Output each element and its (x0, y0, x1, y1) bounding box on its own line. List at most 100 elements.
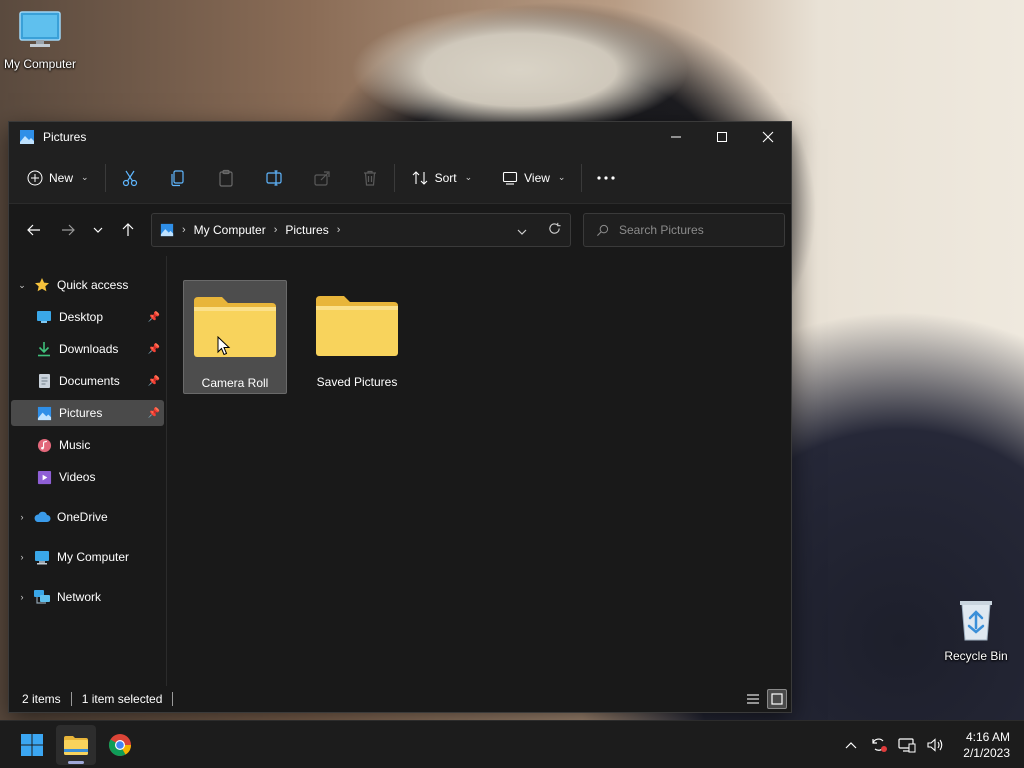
pictures-app-icon (20, 130, 34, 144)
chrome-icon (109, 733, 131, 756)
window-title: Pictures (43, 130, 87, 144)
file-view[interactable]: Camera Roll Saved Pictures (167, 256, 791, 686)
rename-button[interactable] (258, 162, 290, 194)
network-status-button[interactable] (897, 735, 917, 755)
close-button[interactable] (745, 122, 791, 152)
desktop-my-computer[interactable]: My Computer (0, 10, 80, 71)
share-icon (313, 170, 330, 186)
volume-button[interactable] (925, 735, 945, 755)
copy-button[interactable] (162, 162, 194, 194)
sidebar-item-my-computer[interactable]: › My Computer (11, 544, 164, 570)
pin-icon[interactable]: 📌 (148, 344, 160, 355)
pin-icon[interactable]: 📌 (148, 408, 160, 419)
delete-button[interactable] (354, 162, 386, 194)
sidebar-item-label: Music (59, 438, 91, 452)
address-bar[interactable]: › My Computer › Pictures › (151, 213, 571, 247)
sidebar-item-onedrive[interactable]: › OneDrive (11, 504, 164, 530)
paste-button[interactable] (210, 162, 242, 194)
sidebar-item-label: Quick access (57, 278, 129, 292)
sidebar-item-quick-access[interactable]: ⌄ Quick access (11, 272, 164, 298)
large-icons-view-icon (771, 693, 783, 705)
desktop-recycle-bin-label: Recycle Bin (944, 649, 1008, 663)
search-icon (596, 224, 609, 236)
taskbar-chrome[interactable] (100, 725, 140, 765)
more-options-button[interactable] (590, 162, 622, 194)
recycle-bin-icon (960, 601, 992, 641)
more-icon (597, 175, 616, 180)
chevron-right-icon[interactable]: › (11, 512, 33, 522)
rename-icon (265, 169, 282, 186)
folder-tile-camera-roll[interactable]: Camera Roll (183, 280, 287, 394)
breadcrumb-pictures[interactable]: Pictures (285, 223, 328, 237)
sidebar-item-documents[interactable]: Documents 📌 (11, 368, 164, 394)
sidebar-item-pictures[interactable]: Pictures 📌 (11, 400, 164, 426)
cut-button[interactable] (114, 162, 146, 194)
up-button[interactable] (113, 215, 143, 245)
view-icon (503, 171, 518, 185)
network-icon (33, 588, 51, 606)
folder-name: Camera Roll (201, 376, 269, 390)
desktop-recycle-bin[interactable]: Recycle Bin (936, 598, 1016, 663)
chevron-down-icon: ⌄ (557, 172, 566, 182)
title-bar[interactable]: Pictures (9, 122, 791, 152)
sidebar-item-downloads[interactable]: Downloads 📌 (11, 336, 164, 362)
view-button[interactable]: View ⌄ (494, 162, 573, 194)
arrow-right-icon (62, 224, 75, 236)
clock[interactable]: 4:16 AM 2/1/2023 (963, 729, 1010, 761)
search-input[interactable] (619, 223, 769, 237)
details-view-icon (747, 694, 759, 704)
chevron-right-icon[interactable]: › (337, 224, 341, 236)
explorer-window: Pictures New ⌄ Sort ⌄ View ⌄ › My Comput… (8, 121, 792, 713)
sync-status-button[interactable] (869, 735, 889, 755)
pictures-icon (35, 404, 53, 422)
navigation-pane: ⌄ Quick access Desktop 📌 Downloads 📌 Doc… (9, 256, 167, 686)
search-box[interactable] (583, 213, 785, 247)
pin-icon[interactable]: 📌 (148, 376, 160, 387)
toolbar-divider (104, 163, 106, 192)
large-icons-view-button[interactable] (767, 689, 787, 709)
pin-icon[interactable]: 📌 (148, 312, 160, 323)
delete-icon (363, 170, 376, 186)
refresh-button[interactable] (538, 222, 570, 238)
sort-button[interactable]: Sort ⌄ (403, 162, 481, 194)
recent-locations-button[interactable] (83, 215, 113, 245)
chevron-right-icon[interactable]: › (11, 552, 33, 562)
breadcrumb-my-computer[interactable]: My Computer (194, 223, 266, 237)
monitor-icon (33, 548, 51, 566)
sidebar-item-network[interactable]: › Network (11, 584, 164, 610)
sidebar-item-desktop[interactable]: Desktop 📌 (11, 304, 164, 330)
details-view-button[interactable] (743, 689, 763, 709)
cloud-icon (33, 508, 51, 526)
minimize-button[interactable] (653, 122, 699, 152)
arrow-left-icon (27, 224, 40, 236)
chevron-down-icon[interactable]: ⌄ (11, 280, 33, 291)
back-button[interactable] (19, 215, 49, 245)
maximize-button[interactable] (699, 122, 745, 152)
system-tray: 4:16 AM 2/1/2023 (841, 729, 1010, 761)
chevron-down-icon (517, 229, 527, 235)
chevron-right-icon: › (182, 224, 186, 236)
navigation-bar: › My Computer › Pictures › (9, 204, 791, 256)
start-button[interactable] (12, 725, 52, 765)
folder-icon (316, 296, 398, 356)
new-button[interactable]: New ⌄ (19, 162, 97, 194)
forward-button[interactable] (53, 215, 83, 245)
clock-time: 4:16 AM (965, 729, 1010, 744)
network-status-icon (898, 737, 916, 752)
show-hidden-icons-button[interactable] (841, 735, 861, 755)
share-button[interactable] (306, 162, 338, 194)
chevron-right-icon[interactable]: › (274, 224, 278, 236)
chevron-down-icon (93, 227, 103, 233)
copy-icon (170, 169, 184, 186)
taskbar-file-explorer[interactable] (56, 724, 96, 765)
video-icon (35, 468, 53, 486)
sidebar-item-music[interactable]: Music (11, 432, 164, 458)
chevron-right-icon[interactable]: › (11, 592, 33, 602)
folder-tile-saved-pictures[interactable]: Saved Pictures (305, 280, 409, 394)
new-button-label: New (49, 170, 74, 185)
sync-icon (872, 738, 888, 752)
view-button-label: View (524, 170, 550, 185)
sidebar-item-videos[interactable]: Videos (11, 464, 164, 490)
sidebar-item-label: OneDrive (57, 510, 108, 524)
address-history-button[interactable] (506, 223, 538, 238)
